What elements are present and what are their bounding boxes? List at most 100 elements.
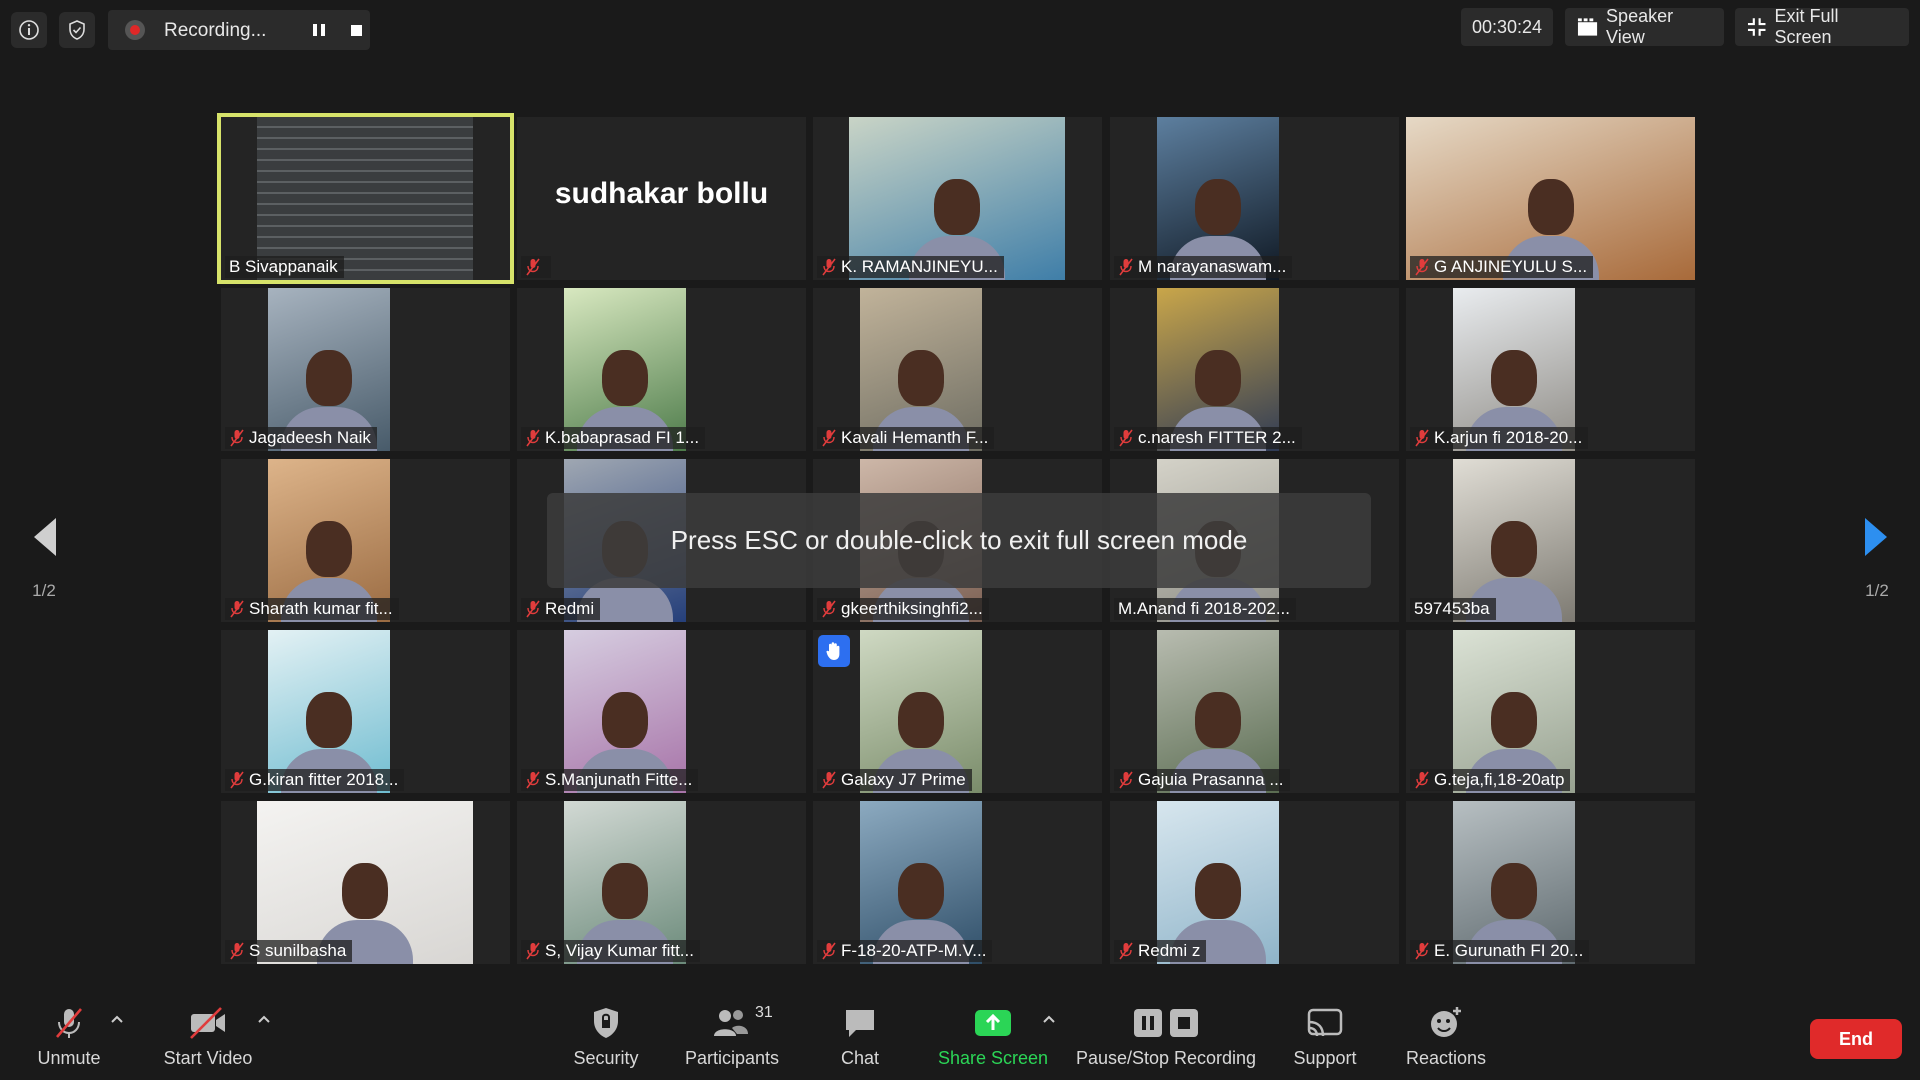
meeting-timer: 00:30:24 <box>1461 8 1553 46</box>
participant-name-bar: G.kiran fitter 2018... <box>225 769 405 791</box>
participant-tile[interactable]: G.kiran fitter 2018... <box>221 630 510 793</box>
microphone-muted-icon <box>822 942 836 960</box>
audio-options-chevron-up-icon[interactable] <box>108 1012 126 1026</box>
participant-name: Galaxy J7 Prime <box>841 770 966 789</box>
participant-tile[interactable]: F-18-20-ATP-M.V... <box>813 801 1102 964</box>
pause-stop-recording-button[interactable]: Pause/Stop Recording <box>1076 990 1256 1080</box>
participant-tile[interactable]: Kavali Hemanth F... <box>813 288 1102 451</box>
participant-silhouette-face <box>306 691 352 748</box>
participant-name-bar: Redmi z <box>1114 940 1207 962</box>
end-meeting-button[interactable]: End <box>1810 1019 1902 1059</box>
start-video-button[interactable]: Start Video <box>152 990 264 1080</box>
microphone-muted-icon <box>1119 429 1133 447</box>
video-options-chevron-up-icon[interactable] <box>255 1012 273 1026</box>
recording-dot-icon <box>125 20 145 40</box>
participant-tile[interactable]: 597453ba <box>1406 459 1695 622</box>
microphone-muted-icon <box>230 942 244 960</box>
participant-silhouette-face <box>898 862 944 919</box>
security-button[interactable]: Security <box>560 990 652 1080</box>
participant-name-bar: gkeerthiksinghfi2... <box>817 598 989 620</box>
share-options-chevron-up-icon[interactable] <box>1040 1012 1058 1026</box>
participant-tile[interactable]: K.babaprasad FI 1... <box>517 288 806 451</box>
participant-name-bar: 597453ba <box>1410 598 1496 620</box>
share-screen-label[interactable]: Share Screen <box>938 1048 1048 1069</box>
microphone-muted-icon <box>1415 771 1429 789</box>
next-page-button[interactable]: 1/2 <box>1857 516 1897 601</box>
participant-name: K. RAMANJINEYU... <box>841 257 998 276</box>
participant-name-bar <box>521 256 551 278</box>
participant-silhouette-face <box>602 691 648 748</box>
participant-name-bar: Redmi <box>521 598 601 620</box>
participant-name: gkeerthiksinghfi2... <box>841 599 983 618</box>
participant-tile[interactable]: Sharath kumar fit... <box>221 459 510 622</box>
participant-display-name: sudhakar bollu <box>554 177 769 210</box>
participant-name-bar: Sharath kumar fit... <box>225 598 399 620</box>
chevron-left-icon <box>34 518 56 556</box>
participant-silhouette-face <box>898 691 944 748</box>
participant-tile[interactable]: S, Vijay Kumar fitt... <box>517 801 806 964</box>
emoji-plus-icon <box>1431 1007 1461 1037</box>
participant-silhouette-face <box>1491 349 1537 406</box>
participant-name: E. Gurunath FI 20... <box>1434 941 1584 960</box>
participant-name-bar: K.babaprasad FI 1... <box>521 427 706 449</box>
page-indicator-left: 1/2 <box>32 581 56 600</box>
participant-name-bar: S.Manjunath Fitte... <box>521 769 699 791</box>
participant-tile[interactable]: Jagadeesh Naik <box>221 288 510 451</box>
participant-name: G.teja,fi,18-20atp <box>1434 770 1565 789</box>
microphone-muted-icon <box>1415 429 1429 447</box>
microphone-muted-icon <box>230 600 244 618</box>
participant-tile[interactable]: K. RAMANJINEYU... <box>813 117 1102 280</box>
shield-icon[interactable] <box>59 12 95 48</box>
participant-name: G.kiran fitter 2018... <box>249 770 399 789</box>
speaker-view-button[interactable]: Speaker View <box>1565 6 1724 47</box>
participant-name: K.babaprasad FI 1... <box>545 428 700 447</box>
microphone-muted-icon <box>526 771 540 789</box>
participant-name-bar: F-18-20-ATP-M.V... <box>817 940 993 962</box>
share-screen-button[interactable]: Share Screen <box>928 990 1058 1080</box>
participant-name-bar: B Sivappanaik <box>225 256 344 278</box>
participants-label: Participants <box>684 1048 780 1068</box>
microphone-muted-icon <box>526 942 540 960</box>
participant-tile[interactable]: S sunilbasha <box>221 801 510 964</box>
reactions-label: Reactions <box>1405 1048 1487 1068</box>
participant-tile[interactable]: K.arjun fi 2018-20... <box>1406 288 1695 451</box>
participant-silhouette-face <box>1527 178 1574 235</box>
support-cast-icon <box>1307 1008 1343 1037</box>
unmute-button[interactable]: Unmute <box>20 990 118 1080</box>
speaker-view-icon <box>1577 18 1598 36</box>
participant-tile[interactable]: G.teja,fi,18-20atp <box>1406 630 1695 793</box>
stop-recording-button[interactable] <box>341 18 371 42</box>
participant-tile[interactable]: Gajuia Prasanna ... <box>1110 630 1399 793</box>
microphone-muted-icon <box>822 771 836 789</box>
participant-tile[interactable]: S.Manjunath Fitte... <box>517 630 806 793</box>
meeting-info-icon[interactable] <box>11 12 47 48</box>
chat-button[interactable]: Chat <box>820 990 900 1080</box>
participant-tile[interactable]: sudhakar bollu <box>517 117 806 280</box>
participant-name: Jagadeesh Naik <box>249 428 371 447</box>
raised-hand-icon <box>818 635 850 667</box>
previous-page-button[interactable]: 1/2 <box>24 516 64 601</box>
pause-recording-button[interactable] <box>304 18 334 42</box>
participant-name: Kavali Hemanth F... <box>841 428 989 447</box>
participant-name: K.arjun fi 2018-20... <box>1434 428 1583 447</box>
microphone-muted-icon <box>822 429 836 447</box>
reactions-button[interactable]: Reactions <box>1396 990 1496 1080</box>
participant-silhouette-face <box>1491 691 1537 748</box>
exit-full-screen-button[interactable]: Exit Full Screen <box>1735 6 1909 47</box>
participant-tile[interactable]: Redmi z <box>1110 801 1399 964</box>
participant-tile[interactable]: M narayanaswam... <box>1110 117 1399 280</box>
participant-tile[interactable]: G ANJINEYULU S... <box>1406 117 1695 280</box>
participant-name-bar: K.arjun fi 2018-20... <box>1410 427 1589 449</box>
participant-silhouette-face <box>898 349 944 406</box>
participant-tile[interactable]: E. Gurunath FI 20... <box>1406 801 1695 964</box>
participant-name: Redmi z <box>1138 941 1201 960</box>
participant-silhouette-face <box>1195 178 1241 235</box>
microphone-muted-icon <box>822 600 836 618</box>
microphone-muted-icon <box>1119 258 1133 276</box>
full-screen-hint: Press ESC or double-click to exit full s… <box>547 493 1371 588</box>
participant-tile[interactable]: c.naresh FITTER 2... <box>1110 288 1399 451</box>
support-button[interactable]: Support <box>1280 990 1370 1080</box>
participant-name: S sunilbasha <box>249 941 347 960</box>
participant-tile[interactable]: Galaxy J7 Prime <box>813 630 1102 793</box>
participant-tile[interactable]: B Sivappanaik <box>221 117 510 280</box>
